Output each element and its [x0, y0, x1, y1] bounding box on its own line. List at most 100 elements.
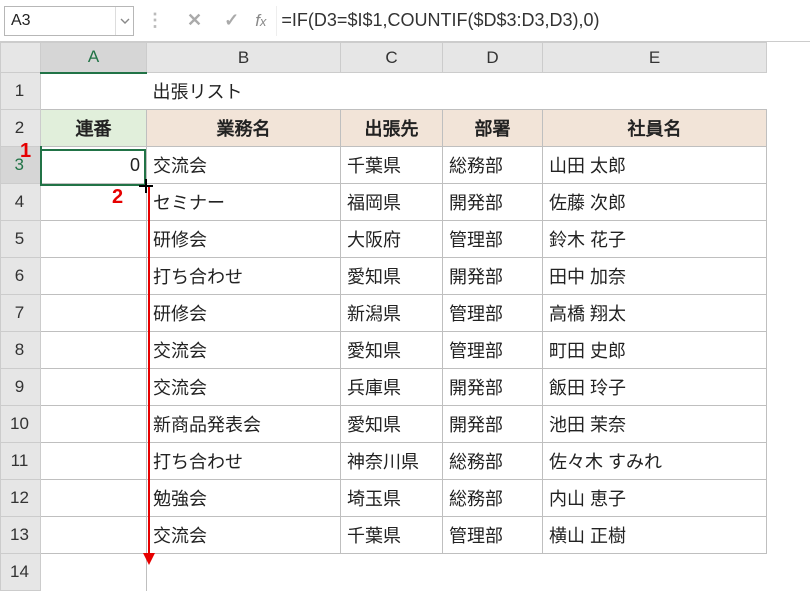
- name-box-dropdown[interactable]: [115, 7, 133, 35]
- cell[interactable]: 埼玉県: [341, 480, 443, 517]
- cancel-icon[interactable]: ✕: [181, 10, 208, 31]
- cell[interactable]: 田中 加奈: [543, 258, 767, 295]
- cell[interactable]: 愛知県: [341, 406, 443, 443]
- cell[interactable]: [41, 406, 147, 443]
- cell[interactable]: [341, 73, 443, 110]
- cell[interactable]: 福岡県: [341, 184, 443, 221]
- row-header-12[interactable]: 12: [1, 480, 41, 517]
- row-header-11[interactable]: 11: [1, 443, 41, 480]
- cell[interactable]: [41, 369, 147, 406]
- cell[interactable]: 研修会: [147, 295, 341, 332]
- cell[interactable]: 新商品発表会: [147, 406, 341, 443]
- col-header-E[interactable]: E: [543, 43, 767, 73]
- cell[interactable]: 新潟県: [341, 295, 443, 332]
- cell[interactable]: 飯田 玲子: [543, 369, 767, 406]
- cell[interactable]: 神奈川県: [341, 443, 443, 480]
- header-cell-A[interactable]: 連番: [41, 110, 147, 147]
- more-icon[interactable]: ⋮: [140, 10, 171, 31]
- cell[interactable]: [443, 554, 543, 591]
- header-cell-D[interactable]: 部署: [443, 110, 543, 147]
- cell[interactable]: 佐藤 次郎: [543, 184, 767, 221]
- row-header-9[interactable]: 9: [1, 369, 41, 406]
- selected-cell[interactable]: 0: [41, 147, 147, 184]
- cell[interactable]: 高橋 翔太: [543, 295, 767, 332]
- row-header-7[interactable]: 7: [1, 295, 41, 332]
- row-header-6[interactable]: 6: [1, 258, 41, 295]
- row-header-14[interactable]: 14: [1, 554, 41, 591]
- cell[interactable]: 総務部: [443, 443, 543, 480]
- cell[interactable]: 横山 正樹: [543, 517, 767, 554]
- cell[interactable]: 愛知県: [341, 258, 443, 295]
- cell[interactable]: [41, 258, 147, 295]
- table-row: 6 打ち合わせ 愛知県 開発部 田中 加奈: [1, 258, 767, 295]
- cell[interactable]: 兵庫県: [341, 369, 443, 406]
- cell[interactable]: 打ち合わせ: [147, 443, 341, 480]
- cell[interactable]: 愛知県: [341, 332, 443, 369]
- col-header-B[interactable]: B: [147, 43, 341, 73]
- cell[interactable]: 交流会: [147, 369, 341, 406]
- cell[interactable]: 管理部: [443, 517, 543, 554]
- formula-bar[interactable]: =IF(D3=$I$1,COUNTIF($D$3:D3,D3),0): [276, 6, 806, 36]
- row-header-13[interactable]: 13: [1, 517, 41, 554]
- cell[interactable]: 佐々木 すみれ: [543, 443, 767, 480]
- row-header-4[interactable]: 4: [1, 184, 41, 221]
- cell[interactable]: 管理部: [443, 295, 543, 332]
- col-header-D[interactable]: D: [443, 43, 543, 73]
- cell[interactable]: [41, 295, 147, 332]
- cell[interactable]: 開発部: [443, 258, 543, 295]
- title-cell[interactable]: 出張リスト: [147, 73, 341, 110]
- fx-icon[interactable]: fx: [255, 11, 266, 31]
- cell[interactable]: 交流会: [147, 517, 341, 554]
- header-cell-E[interactable]: 社員名: [543, 110, 767, 147]
- cell[interactable]: 開発部: [443, 406, 543, 443]
- select-all-corner[interactable]: [1, 43, 41, 73]
- cell[interactable]: 管理部: [443, 221, 543, 258]
- cell[interactable]: [41, 480, 147, 517]
- cell[interactable]: 総務部: [443, 480, 543, 517]
- cell[interactable]: 管理部: [443, 332, 543, 369]
- row-header-2[interactable]: 2: [1, 110, 41, 147]
- row-header-5[interactable]: 5: [1, 221, 41, 258]
- cell[interactable]: 打ち合わせ: [147, 258, 341, 295]
- cell[interactable]: [41, 184, 147, 221]
- cell[interactable]: 鈴木 花子: [543, 221, 767, 258]
- cell[interactable]: [41, 443, 147, 480]
- cell[interactable]: 内山 恵子: [543, 480, 767, 517]
- cell[interactable]: 総務部: [443, 147, 543, 184]
- cell[interactable]: 千葉県: [341, 517, 443, 554]
- cell[interactable]: [543, 73, 767, 110]
- cell[interactable]: [41, 332, 147, 369]
- cell[interactable]: [41, 73, 147, 110]
- cell[interactable]: [443, 73, 543, 110]
- col-header-A[interactable]: A: [41, 43, 147, 73]
- accept-icon[interactable]: ✓: [218, 10, 245, 31]
- cell[interactable]: [41, 517, 147, 554]
- cell[interactable]: 池田 茉奈: [543, 406, 767, 443]
- row-header-10[interactable]: 10: [1, 406, 41, 443]
- cell[interactable]: 町田 史郎: [543, 332, 767, 369]
- row-header-3[interactable]: 3: [1, 147, 41, 184]
- row-header-8[interactable]: 8: [1, 332, 41, 369]
- cell[interactable]: 研修会: [147, 221, 341, 258]
- cell[interactable]: 山田 太郎: [543, 147, 767, 184]
- row-header-1[interactable]: 1: [1, 73, 41, 110]
- header-cell-B[interactable]: 業務名: [147, 110, 341, 147]
- cell[interactable]: [41, 221, 147, 258]
- cell[interactable]: [341, 554, 443, 591]
- spreadsheet-grid[interactable]: A B C D E 1 出張リスト 2 連番 業務名 出張先 部署 社員名 3 …: [0, 42, 767, 591]
- cell[interactable]: セミナー: [147, 184, 341, 221]
- col-header-C[interactable]: C: [341, 43, 443, 73]
- cell[interactable]: 開発部: [443, 369, 543, 406]
- cell[interactable]: 交流会: [147, 147, 341, 184]
- cell[interactable]: [147, 554, 341, 591]
- cell[interactable]: 千葉県: [341, 147, 443, 184]
- table-row: 7 研修会 新潟県 管理部 高橋 翔太: [1, 295, 767, 332]
- cell[interactable]: 開発部: [443, 184, 543, 221]
- cell[interactable]: 大阪府: [341, 221, 443, 258]
- cell[interactable]: [543, 554, 767, 591]
- cell[interactable]: 勉強会: [147, 480, 341, 517]
- cell[interactable]: [41, 554, 147, 591]
- header-cell-C[interactable]: 出張先: [341, 110, 443, 147]
- cell[interactable]: 交流会: [147, 332, 341, 369]
- name-box[interactable]: A3: [4, 6, 134, 36]
